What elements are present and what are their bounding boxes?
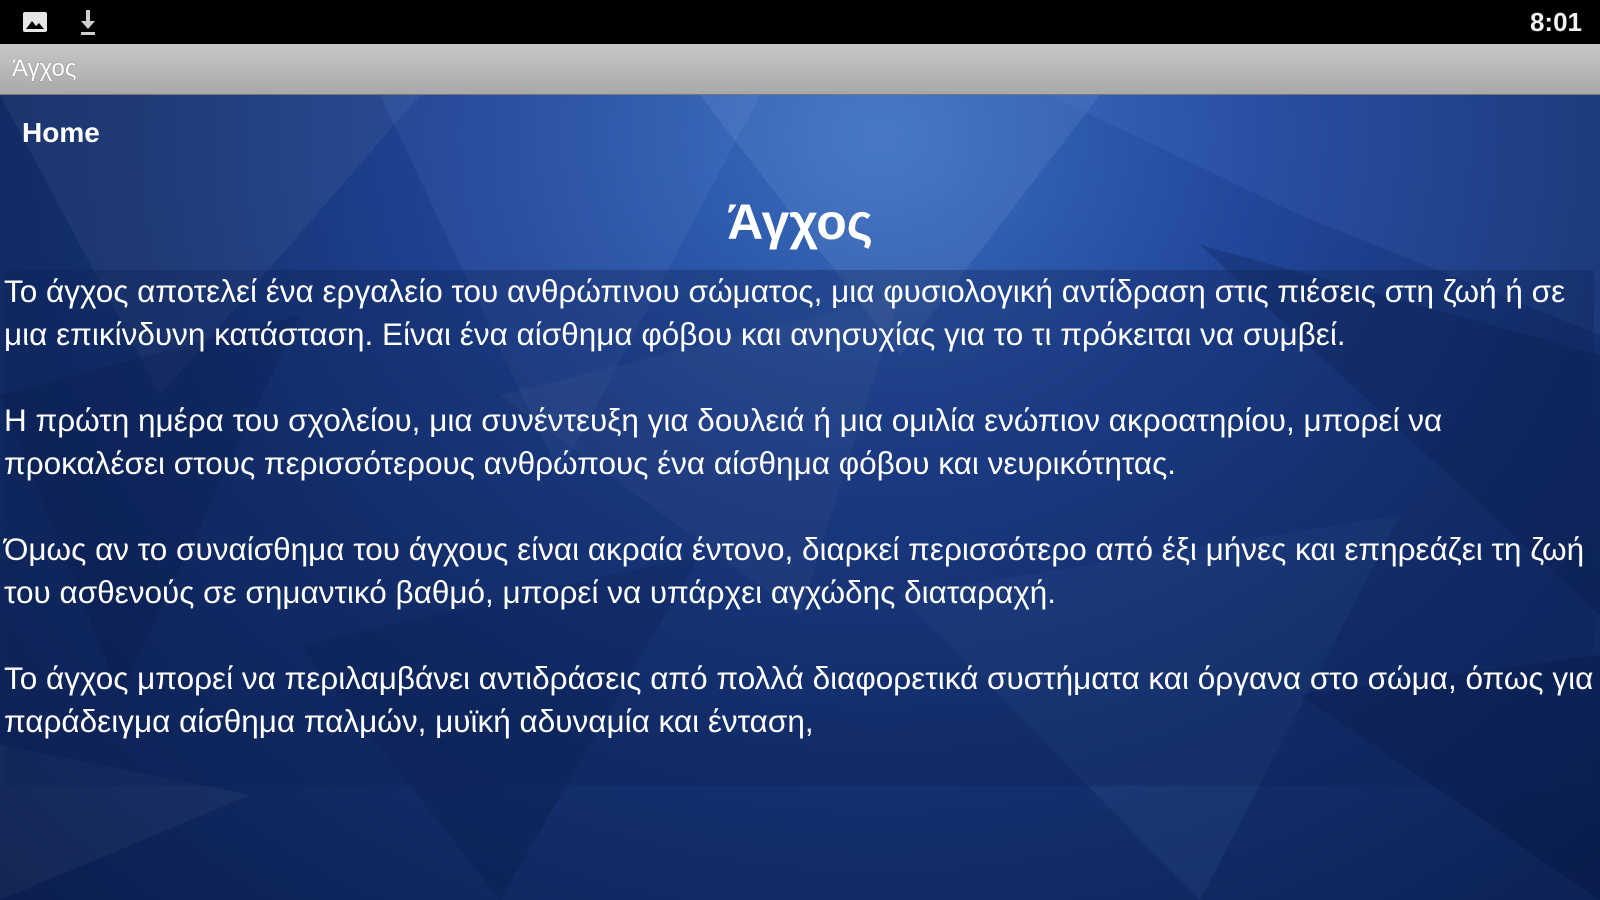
- article-body: Το άγχος αποτελεί ένα εργαλείο του ανθρώ…: [4, 270, 1594, 786]
- action-bar: Άγχος: [0, 44, 1600, 95]
- content-area[interactable]: Home Άγχος Το άγχος αποτελεί ένα εργαλεί…: [0, 95, 1600, 900]
- article-paragraph: Το άγχος αποτελεί ένα εργαλείο του ανθρώ…: [4, 273, 1566, 352]
- action-bar-title: Άγχος: [12, 55, 77, 82]
- article-paragraph: Όμως αν το συναίσθημα του άγχους είναι α…: [4, 531, 1585, 610]
- image-icon: [22, 10, 48, 38]
- article-paragraph: Η πρώτη ημέρα του σχολείου, μια συνέντευ…: [4, 402, 1443, 481]
- home-link[interactable]: Home: [22, 117, 100, 149]
- screen: 8:01 Άγχος Home Άγχος Το άγχος αποτελεί …: [0, 0, 1600, 900]
- status-bar: 8:01: [0, 0, 1600, 44]
- article-paragraph: Το άγχος μπορεί να περιλαμβάνει αντιδράσ…: [4, 660, 1594, 739]
- download-icon: [78, 8, 98, 40]
- page-title: Άγχος: [727, 194, 873, 250]
- status-time: 8:01: [1529, 7, 1582, 37]
- notification-icons: [22, 8, 98, 40]
